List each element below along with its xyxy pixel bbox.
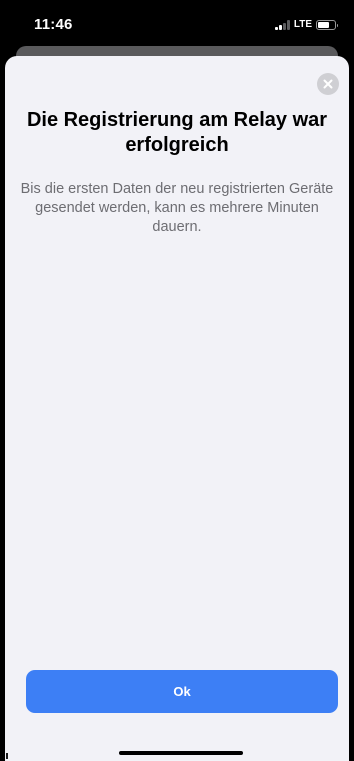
network-type: LTE (293, 19, 312, 30)
battery-icon (316, 20, 338, 30)
status-time: 11:46 (34, 16, 73, 33)
modal-sheet: Die Registrierung am Relay war erfolgrei… (5, 56, 349, 761)
battery-level (318, 22, 330, 28)
edge-mark (6, 753, 8, 759)
status-indicators: LTE (275, 19, 338, 31)
sheet-title: Die Registrierung am Relay war erfolgrei… (26, 109, 328, 156)
close-button[interactable] (317, 73, 339, 95)
signal-bar (279, 25, 282, 30)
signal-bar (275, 27, 278, 30)
signal-bar (283, 22, 286, 30)
sheet-message: Bis die ersten Daten der neu registriert… (20, 181, 334, 235)
home-indicator[interactable] (119, 751, 243, 755)
signal-bar (287, 20, 290, 30)
close-icon (323, 79, 333, 89)
ok-button[interactable]: Ok (26, 670, 338, 713)
status-bar: 11:46 LTE (0, 0, 354, 46)
battery-cap (336, 23, 338, 27)
screen: 11:46 LTE Die Registrierung am Relay war… (0, 0, 354, 761)
signal-icon (275, 20, 290, 30)
